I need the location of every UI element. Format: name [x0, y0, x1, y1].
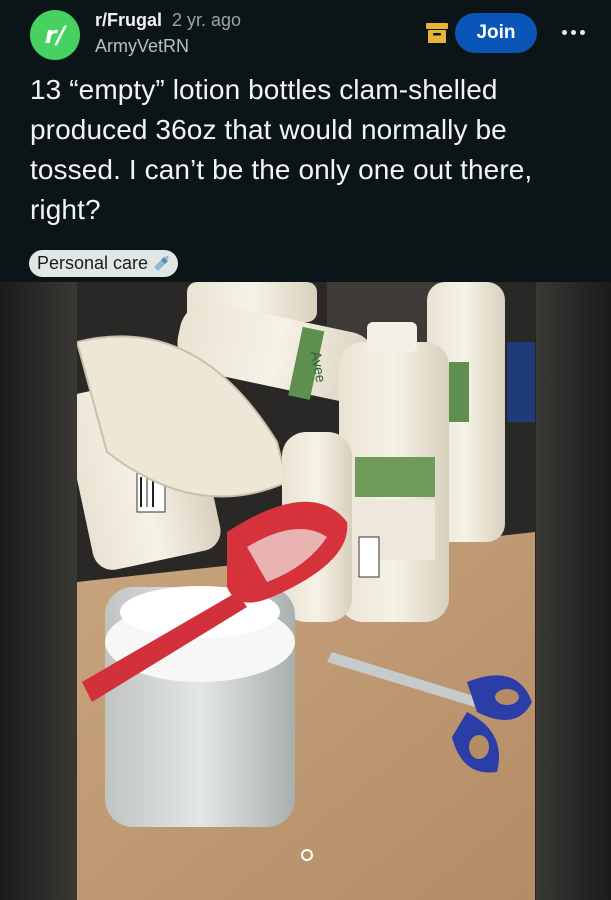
post-title[interactable]: 13 “empty” lotion bottles clam-shelled p… — [30, 70, 590, 230]
more-options-icon[interactable] — [555, 20, 591, 44]
post-age: 2 yr. ago — [172, 10, 242, 30]
post-header: r/ r/Frugal 2 yr. ago ArmyVetRN Join — [0, 0, 611, 70]
post-author[interactable]: ArmyVetRN — [95, 36, 189, 57]
gallery-indicator-icon[interactable] — [301, 849, 313, 861]
subreddit-avatar-icon[interactable]: r/ — [30, 10, 80, 60]
subreddit-name[interactable]: r/Frugal — [95, 10, 162, 31]
post-meta: r/Frugal 2 yr. ago — [95, 10, 241, 31]
join-button[interactable]: Join — [455, 13, 537, 53]
archive-icon — [426, 23, 448, 43]
flair-label: Personal care — [37, 253, 149, 273]
photo-lotion-bottles: Avee — [77, 282, 535, 900]
lotion-bottle-icon — [154, 255, 169, 271]
post-flair[interactable]: Personal care — [29, 250, 179, 277]
post-image[interactable]: Avee — [0, 282, 611, 900]
avatar-text: r/ — [44, 21, 66, 49]
